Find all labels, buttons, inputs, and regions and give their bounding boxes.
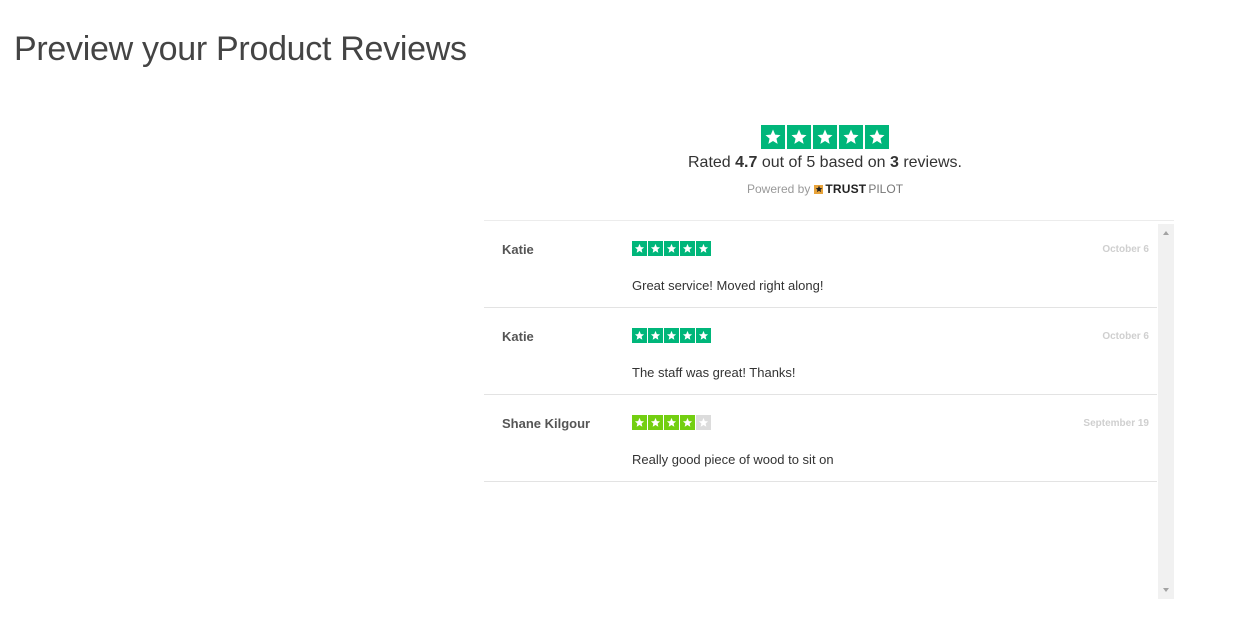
rating-text: Rated 4.7 out of 5 based on 3 reviews.	[480, 154, 1170, 172]
review-text: The staff was great! Thanks!	[632, 365, 796, 380]
trustpilot-logo-icon	[814, 184, 824, 194]
rating-summary: Rated 4.7 out of 5 based on 3 reviews. P…	[480, 125, 1170, 196]
summary-star-rating	[761, 125, 889, 149]
review-item: Shane Kilgour September 19 Really good p…	[484, 395, 1157, 482]
review-date: September 19	[1083, 418, 1149, 429]
star-empty-icon	[696, 415, 711, 430]
star-icon	[664, 328, 679, 343]
star-icon	[648, 415, 663, 430]
trustpilot-brand-bold: TRUST	[825, 182, 867, 196]
scroll-up-icon[interactable]	[1158, 226, 1174, 240]
review-star-rating	[632, 241, 711, 256]
star-icon	[696, 328, 711, 343]
reviewer-name: Katie	[502, 329, 534, 344]
page-title: Preview your Product Reviews	[14, 30, 467, 68]
star-icon	[664, 415, 679, 430]
star-icon	[632, 415, 647, 430]
trustpilot-brand-light: PILOT	[868, 182, 904, 196]
star-icon	[696, 241, 711, 256]
review-list: Katie October 6 Great service! Moved rig…	[484, 221, 1157, 599]
rating-suffix: reviews.	[903, 154, 962, 171]
reviewer-name: Shane Kilgour	[502, 416, 591, 431]
review-text: Really good piece of wood to sit on	[632, 452, 834, 467]
star-icon	[632, 241, 647, 256]
star-icon	[761, 125, 785, 149]
star-icon	[787, 125, 811, 149]
rating-value: 4.7	[735, 154, 758, 171]
powered-by-label: Powered by	[746, 182, 811, 196]
star-icon	[648, 241, 663, 256]
reviewer-name: Katie	[502, 242, 534, 257]
review-star-rating	[632, 415, 711, 430]
review-count: 3	[889, 154, 899, 171]
star-icon	[813, 125, 837, 149]
star-icon	[680, 415, 695, 430]
star-icon	[648, 328, 663, 343]
rating-prefix: Rated	[687, 154, 731, 171]
rating-mid: out of 5 based on	[761, 154, 886, 171]
star-icon	[839, 125, 863, 149]
star-icon	[680, 241, 695, 256]
powered-by: Powered by TRUST PILOT	[480, 182, 1170, 196]
trustpilot-logo-link[interactable]: TRUST PILOT	[814, 182, 903, 196]
review-date: October 6	[1102, 244, 1149, 255]
scroll-down-icon[interactable]	[1158, 583, 1174, 597]
review-scrollbar[interactable]	[1158, 224, 1174, 599]
review-item: Katie October 6 The staff was great! Tha…	[484, 308, 1157, 395]
review-text: Great service! Moved right along!	[632, 278, 824, 293]
review-star-rating	[632, 328, 711, 343]
review-date: October 6	[1102, 331, 1149, 342]
reviews-panel: Katie October 6 Great service! Moved rig…	[484, 220, 1174, 599]
star-icon	[680, 328, 695, 343]
review-item: Katie October 6 Great service! Moved rig…	[484, 221, 1157, 308]
star-icon	[664, 241, 679, 256]
star-icon	[865, 125, 889, 149]
star-icon	[632, 328, 647, 343]
